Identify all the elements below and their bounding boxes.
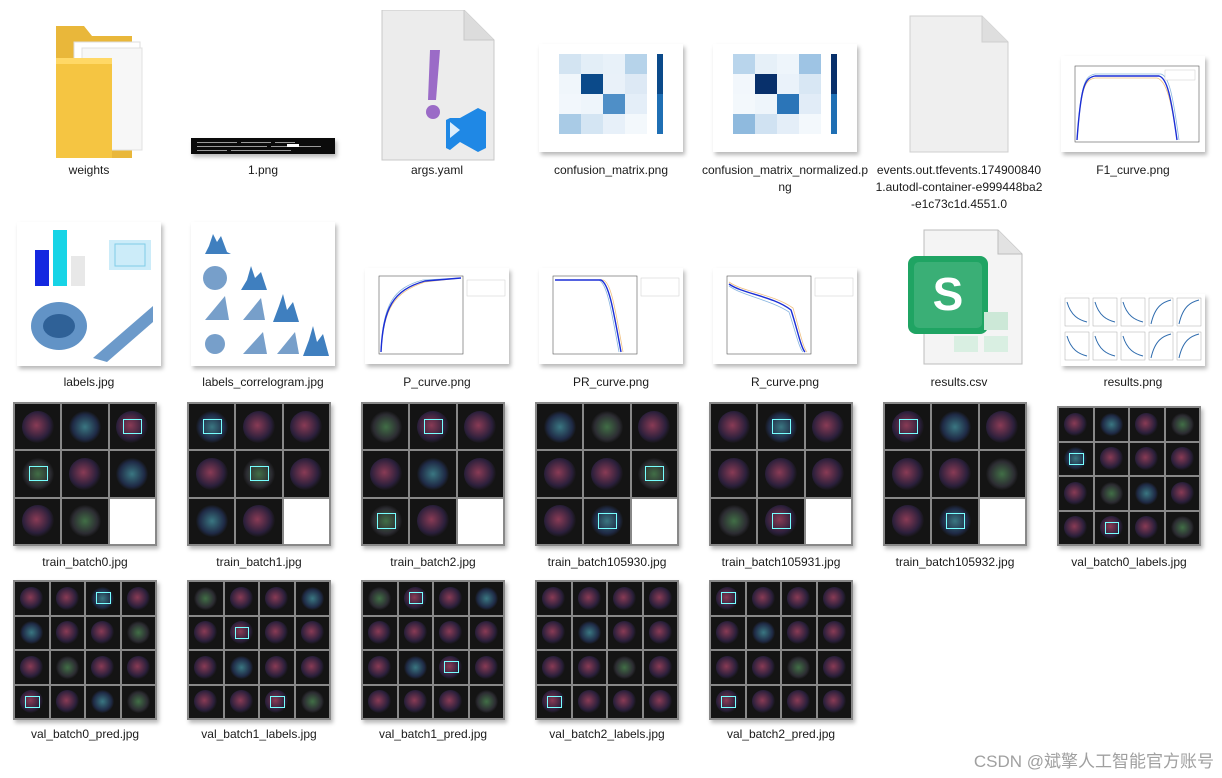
file-confusion-matrix[interactable]: confusion_matrix.png xyxy=(526,10,696,200)
file-name: val_batch0_pred.jpg xyxy=(30,727,140,741)
file-val-batch0-pred[interactable]: val_batch0_pred.jpg xyxy=(0,578,170,748)
file-name: 1.png xyxy=(247,163,279,177)
file-name: val_batch0_labels.jpg xyxy=(1071,555,1187,569)
image-mosaic-thumbnail xyxy=(1057,406,1201,546)
image-mosaic-thumbnail xyxy=(187,580,331,720)
file-name: val_batch1_labels.jpg xyxy=(201,727,317,741)
file-r-curve[interactable]: R_curve.png xyxy=(700,218,870,398)
file-labels-correlogram[interactable]: labels_correlogram.jpg xyxy=(178,218,348,398)
file-name: F1_curve.png xyxy=(1096,163,1170,177)
file-name: results.csv xyxy=(930,375,988,389)
file-name: train_batch2.jpg xyxy=(390,555,476,569)
curve-chart-thumbnail xyxy=(713,268,857,364)
file-name: train_batch105931.jpg xyxy=(721,555,841,569)
file-val-batch2-labels[interactable]: val_batch2_labels.jpg xyxy=(522,578,692,748)
heatmap-thumbnail xyxy=(713,44,857,152)
file-args-yaml[interactable]: args.yaml xyxy=(352,10,522,200)
file-name: weights xyxy=(68,163,110,177)
image-mosaic-thumbnail xyxy=(361,580,505,720)
csdn-watermark: CSDN @斌擎人工智能官方账号 xyxy=(973,752,1214,771)
file-name: results.png xyxy=(1103,375,1163,389)
file-f1-curve[interactable]: F1_curve.png xyxy=(1048,10,1218,200)
file-name: val_batch2_pred.jpg xyxy=(726,727,836,741)
file-name: labels_correlogram.jpg xyxy=(202,375,324,389)
file-name: labels.jpg xyxy=(63,375,115,389)
file-name: args.yaml xyxy=(410,163,463,177)
file-name: confusion_matrix.png xyxy=(553,163,669,177)
file-name: val_batch1_pred.jpg xyxy=(378,727,488,741)
heatmap-thumbnail xyxy=(539,44,683,152)
file-train-batch2[interactable]: train_batch2.jpg xyxy=(348,400,518,576)
file-1-png[interactable]: 1.png xyxy=(178,10,348,200)
image-mosaic-thumbnail xyxy=(361,402,505,546)
file-tfevents[interactable]: events.out.tfevents.1749008401.autodl-co… xyxy=(874,10,1044,211)
curve-chart-thumbnail xyxy=(365,268,509,364)
file-name: val_batch2_labels.jpg xyxy=(549,727,665,741)
terminal-screenshot-thumbnail xyxy=(191,138,335,154)
file-val-batch2-pred[interactable]: val_batch2_pred.jpg xyxy=(696,578,866,748)
file-name: R_curve.png xyxy=(750,375,820,389)
file-val-batch0-labels[interactable]: val_batch0_labels.jpg xyxy=(1044,400,1214,576)
file-p-curve[interactable]: P_curve.png xyxy=(352,218,522,398)
image-mosaic-thumbnail xyxy=(535,402,679,546)
file-train-batch105932[interactable]: train_batch105932.jpg xyxy=(870,400,1040,576)
file-results-png[interactable]: results.png xyxy=(1048,218,1218,398)
correlogram-thumbnail xyxy=(191,222,335,366)
file-name: confusion_matrix_normalized.png xyxy=(701,163,869,194)
svg-text:S: S xyxy=(933,268,964,320)
file-train-batch105930[interactable]: train_batch105930.jpg xyxy=(522,400,692,576)
results-grid-thumbnail xyxy=(1061,294,1205,366)
file-name: PR_curve.png xyxy=(572,375,650,389)
file-val-batch1-labels[interactable]: val_batch1_labels.jpg xyxy=(174,578,344,748)
image-mosaic-thumbnail xyxy=(187,402,331,546)
image-mosaic-thumbnail xyxy=(709,402,853,546)
labels-chart-thumbnail xyxy=(17,222,161,366)
file-pr-curve[interactable]: PR_curve.png xyxy=(526,218,696,398)
image-mosaic-thumbnail xyxy=(535,580,679,720)
file-train-batch1[interactable]: train_batch1.jpg xyxy=(174,400,344,576)
file-labels[interactable]: labels.jpg xyxy=(4,218,174,398)
file-name: P_curve.png xyxy=(403,375,471,389)
curve-chart-thumbnail xyxy=(539,268,683,364)
image-mosaic-thumbnail xyxy=(709,580,853,720)
file-name: train_batch1.jpg xyxy=(216,555,302,569)
file-name: train_batch105930.jpg xyxy=(547,555,667,569)
file-results-csv[interactable]: S results.csv xyxy=(874,218,1044,398)
file-name: train_batch0.jpg xyxy=(42,555,128,569)
spreadsheet-file-icon: S xyxy=(894,226,1024,366)
image-mosaic-thumbnail xyxy=(13,580,157,720)
file-name: events.out.tfevents.1749008401.autodl-co… xyxy=(875,163,1043,211)
curve-chart-thumbnail xyxy=(1061,56,1205,152)
file-train-batch105931[interactable]: train_batch105931.jpg xyxy=(696,400,866,576)
file-name: train_batch105932.jpg xyxy=(895,555,1015,569)
blank-file-icon xyxy=(907,14,1011,154)
folder-icon xyxy=(34,18,144,158)
file-confusion-matrix-normalized[interactable]: confusion_matrix_normalized.png xyxy=(700,10,870,200)
file-val-batch1-pred[interactable]: val_batch1_pred.jpg xyxy=(348,578,518,748)
file-weights[interactable]: weights xyxy=(4,10,174,200)
file-train-batch0[interactable]: train_batch0.jpg xyxy=(0,400,170,576)
vscode-yaml-file-icon xyxy=(378,10,496,162)
image-mosaic-thumbnail xyxy=(883,402,1027,546)
image-mosaic-thumbnail xyxy=(13,402,157,546)
